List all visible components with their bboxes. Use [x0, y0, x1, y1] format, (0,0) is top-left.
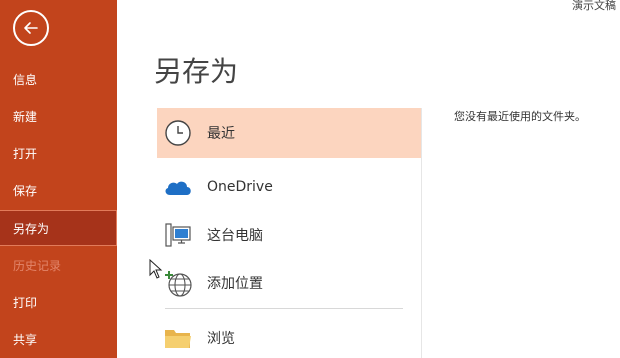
- location-label: 最近: [207, 126, 235, 142]
- location-this-pc[interactable]: 这台电脑: [157, 210, 421, 260]
- mouse-cursor-icon: [149, 259, 163, 279]
- location-browse[interactable]: 浏览: [157, 313, 421, 358]
- location-label: 这台电脑: [207, 228, 263, 244]
- nav-item-save[interactable]: 保存: [0, 173, 117, 209]
- save-location-list: 最近 OneDrive 这台电脑 添加位置 浏览: [157, 108, 422, 358]
- clock-icon: [163, 118, 193, 148]
- location-onedrive[interactable]: OneDrive: [157, 162, 421, 212]
- backstage-view: 信息 新建 打开 保存 另存为 历史记录 打印 共享 演示文稿 另存为 最近 O…: [0, 0, 620, 358]
- location-divider: [165, 308, 403, 309]
- location-add-place[interactable]: 添加位置: [157, 258, 421, 308]
- nav-item-print[interactable]: 打印: [0, 285, 117, 321]
- location-recent[interactable]: 最近: [157, 108, 421, 158]
- back-button[interactable]: [13, 10, 49, 46]
- back-arrow-icon: [24, 22, 38, 34]
- location-label: 浏览: [207, 331, 235, 347]
- nav-item-share[interactable]: 共享: [0, 322, 117, 358]
- nav-item-history[interactable]: 历史记录: [0, 248, 117, 284]
- nav-item-save-as[interactable]: 另存为: [0, 210, 117, 246]
- location-label: 添加位置: [207, 276, 263, 292]
- location-label: OneDrive: [207, 179, 273, 195]
- folder-icon: [163, 323, 193, 353]
- cloud-icon: [163, 172, 193, 202]
- nav-item-open[interactable]: 打开: [0, 136, 117, 172]
- nav-item-info[interactable]: 信息: [0, 62, 117, 98]
- page-title: 另存为: [154, 55, 239, 88]
- no-recent-folders-message: 您没有最近使用的文件夹。: [454, 110, 586, 123]
- document-title: 演示文稿: [572, 0, 616, 12]
- globe-add-icon: [163, 268, 193, 298]
- computer-icon: [163, 220, 193, 250]
- nav-item-new[interactable]: 新建: [0, 99, 117, 135]
- backstage-sidebar: 信息 新建 打开 保存 另存为 历史记录 打印 共享: [0, 0, 117, 358]
